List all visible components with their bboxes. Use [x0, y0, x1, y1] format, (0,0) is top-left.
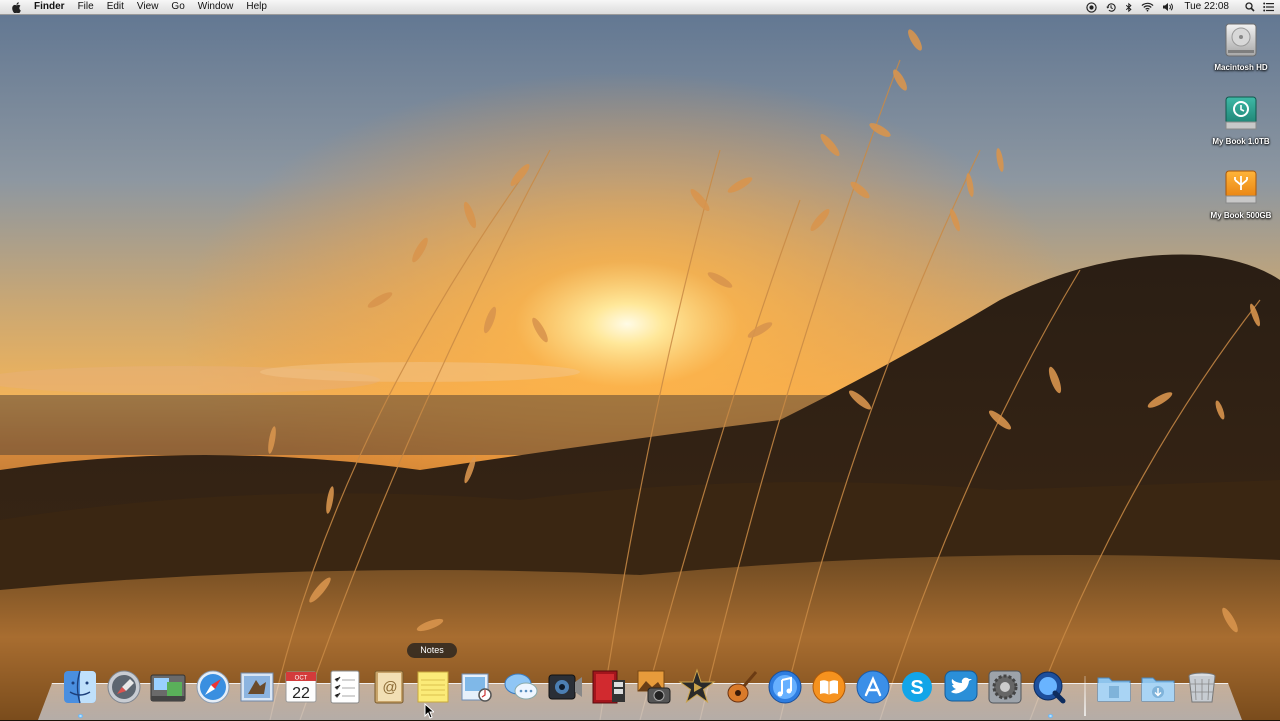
- reminders-icon: [330, 670, 360, 704]
- status-menus: Tue 22:08: [1078, 0, 1274, 14]
- desktop-icon-label: My Book 500GB: [1210, 211, 1272, 220]
- dock-applications-folder[interactable]: [1095, 668, 1133, 708]
- calendar-day: 22: [292, 685, 310, 702]
- messages-icon: [504, 673, 538, 700]
- dock-contacts[interactable]: @: [370, 668, 408, 708]
- app-store-icon: [856, 670, 890, 704]
- dock-calendar[interactable]: OCT 22: [282, 668, 320, 708]
- dock-launchpad[interactable]: [105, 668, 143, 708]
- svg-text:@: @: [382, 679, 397, 696]
- dock-separator: [1084, 676, 1086, 716]
- desktop-icon-my-book-500gb[interactable]: My Book 500GB: [1201, 168, 1280, 220]
- menu-window[interactable]: Window: [198, 0, 234, 14]
- running-indicator: [1048, 714, 1053, 718]
- dock-finder[interactable]: [61, 668, 99, 708]
- mouse-cursor-icon: [424, 703, 434, 719]
- iphoto-icon: [637, 670, 671, 704]
- menu-file[interactable]: File: [78, 0, 94, 14]
- calendar-month: OCT: [295, 676, 308, 682]
- mail-icon: [240, 672, 274, 702]
- dock-downloads-folder[interactable]: [1139, 668, 1177, 708]
- menu-edit[interactable]: Edit: [107, 0, 124, 14]
- desktop-icon-label: My Book 1.0TB: [1212, 137, 1270, 146]
- dock-twitter[interactable]: [942, 668, 980, 708]
- folder-icon: [1097, 677, 1131, 702]
- volume-icon[interactable]: [1162, 0, 1174, 14]
- menu-bar: Finder File Edit View Go Window Help Tue…: [0, 0, 1280, 15]
- dock-image-capture[interactable]: [149, 668, 187, 708]
- menu-view[interactable]: View: [137, 0, 159, 14]
- calendar-icon: OCT 22: [285, 671, 317, 703]
- dock-safari[interactable]: [194, 668, 232, 708]
- dock-facetime[interactable]: [546, 668, 584, 708]
- dock-photo-booth[interactable]: [590, 668, 628, 708]
- time-machine-drive-icon: [1223, 94, 1259, 134]
- dock-reminders[interactable]: [326, 668, 364, 708]
- quicktime-icon: [1033, 671, 1066, 704]
- finder-icon: [64, 670, 96, 704]
- facetime-icon: [548, 674, 582, 700]
- internal-drive-icon: [1223, 20, 1259, 60]
- menu-app-name[interactable]: Finder: [34, 0, 65, 14]
- bluetooth-icon[interactable]: [1125, 0, 1133, 14]
- launchpad-icon: [107, 670, 141, 704]
- dock-skype[interactable]: S: [898, 668, 936, 708]
- dock-app-store[interactable]: [854, 668, 892, 708]
- dock-trash[interactable]: [1183, 668, 1221, 708]
- menu-go[interactable]: Go: [171, 0, 184, 14]
- apple-menu-icon[interactable]: [12, 1, 24, 13]
- dock-itunes[interactable]: [766, 668, 804, 708]
- trash-icon: [1188, 672, 1216, 703]
- dock-imovie[interactable]: [678, 668, 716, 708]
- dock-garageband[interactable]: [722, 668, 760, 708]
- menu-help[interactable]: Help: [246, 0, 267, 14]
- skype-icon: S: [902, 672, 932, 702]
- wifi-icon[interactable]: [1141, 0, 1154, 14]
- desktop-icon-my-book-1tb[interactable]: My Book 1.0TB: [1201, 94, 1280, 146]
- notification-center-icon[interactable]: [1263, 0, 1274, 14]
- firewire-drive-icon: [1223, 168, 1259, 208]
- desktop-icon-label: Macintosh HD: [1214, 63, 1268, 72]
- dock-notes[interactable]: [414, 668, 452, 708]
- spotlight-icon[interactable]: [1245, 0, 1255, 14]
- contacts-icon: @: [374, 670, 404, 704]
- desktop-icon-macintosh-hd[interactable]: Macintosh HD: [1201, 20, 1280, 72]
- time-machine-icon[interactable]: [1105, 0, 1117, 14]
- photo-booth-icon: [592, 670, 625, 704]
- record-icon[interactable]: [1086, 0, 1098, 14]
- preview-icon: [461, 673, 492, 702]
- dock-tooltip: Notes: [407, 643, 457, 658]
- image-capture-icon: [150, 674, 186, 702]
- ibooks-icon: [812, 670, 846, 704]
- safari-icon: [196, 670, 230, 704]
- dock-iphoto[interactable]: [634, 668, 672, 708]
- svg-text:S: S: [910, 677, 923, 699]
- downloads-folder-icon: [1141, 677, 1175, 702]
- desktop-wallpaper: [0, 0, 1280, 720]
- notes-icon: [417, 671, 449, 703]
- dock-ibooks[interactable]: [810, 668, 848, 708]
- dock-system-preferences[interactable]: [986, 668, 1024, 708]
- imovie-icon: [678, 668, 716, 704]
- dock-mail[interactable]: [238, 668, 276, 708]
- gear-icon: [988, 670, 1022, 704]
- dock-quicktime[interactable]: [1030, 668, 1068, 708]
- menu-clock[interactable]: Tue 22:08: [1184, 0, 1229, 14]
- dock-preview[interactable]: [458, 668, 496, 708]
- dock-messages[interactable]: [502, 668, 540, 708]
- running-indicator: [78, 714, 83, 718]
- itunes-icon: [768, 670, 802, 704]
- twitter-icon: [944, 670, 978, 702]
- garageband-icon: [727, 671, 758, 703]
